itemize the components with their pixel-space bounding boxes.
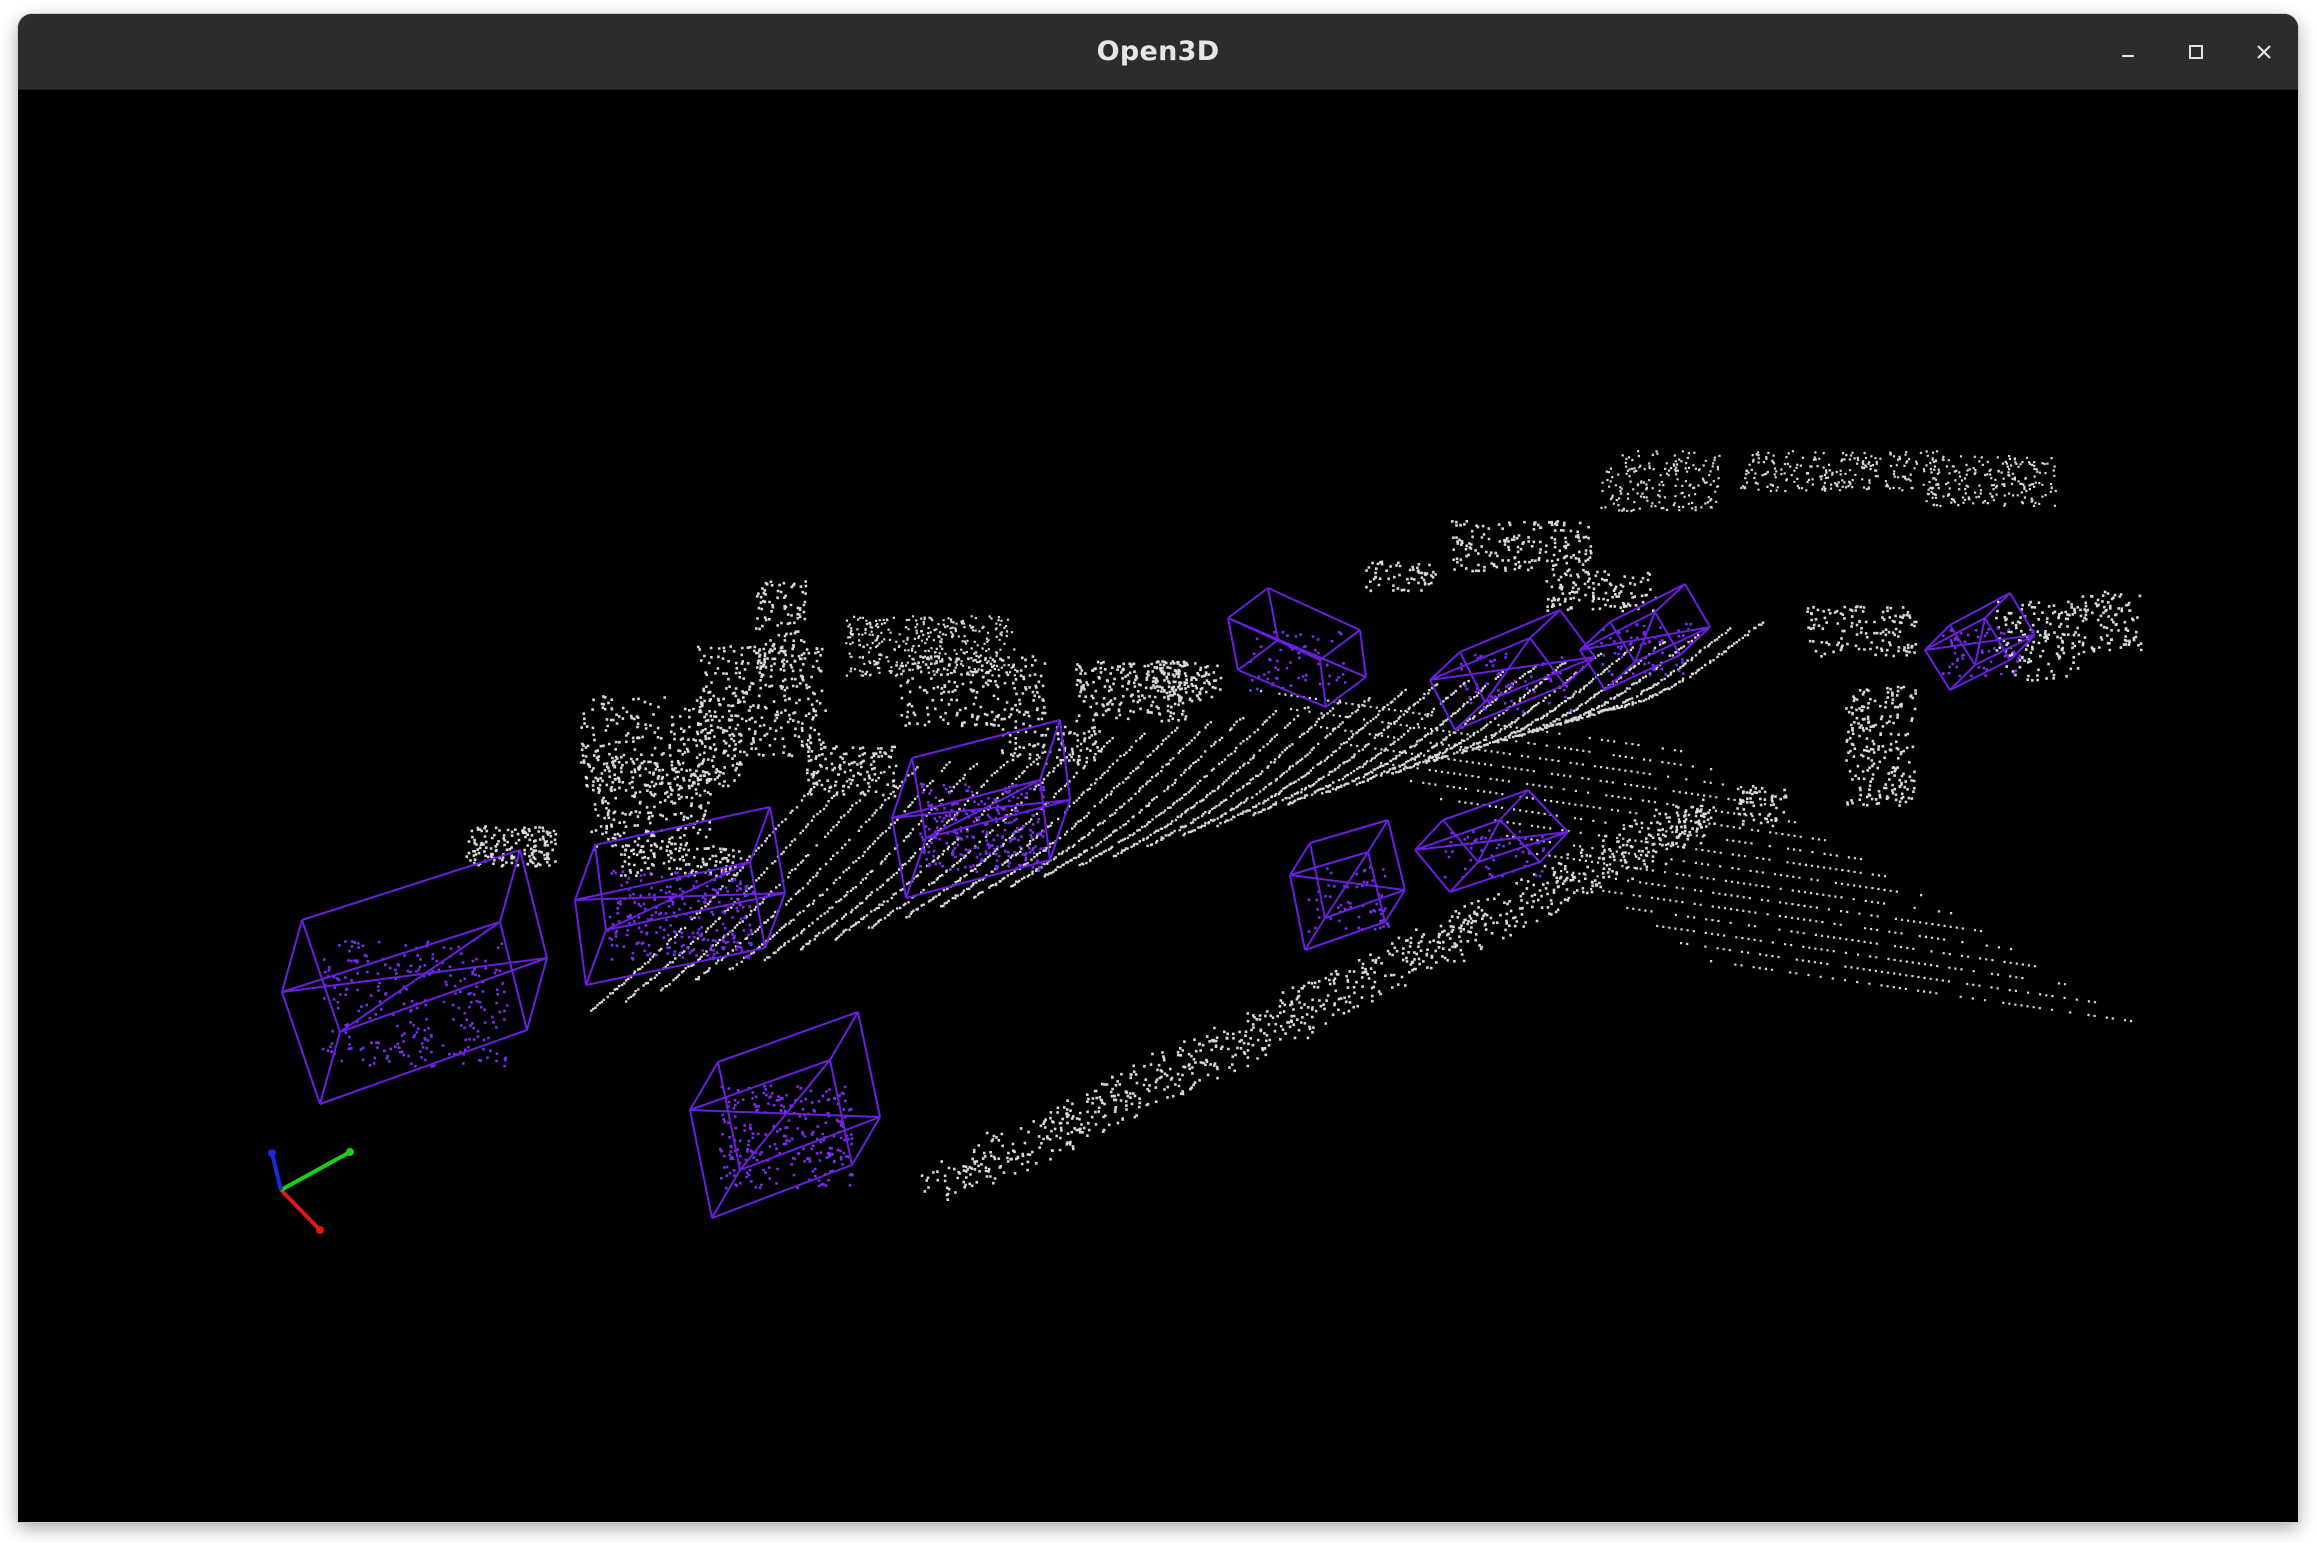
open3d-window: Open3D xyxy=(18,14,2298,1522)
close-button[interactable] xyxy=(2242,30,2286,74)
bounding-box-edges xyxy=(1227,587,1367,708)
bounding-boxes xyxy=(281,583,2036,1219)
z-axis-tip xyxy=(268,1149,276,1157)
x-axis xyxy=(279,1188,322,1232)
bounding-box xyxy=(574,806,786,986)
x-axis-tip xyxy=(316,1226,324,1234)
point-cloud-canvas[interactable] xyxy=(18,90,2298,1522)
title-bar[interactable]: Open3D xyxy=(18,14,2298,90)
bounding-box-edges xyxy=(689,1011,881,1219)
close-icon xyxy=(2257,45,2271,59)
bounding-box-edges xyxy=(574,806,786,986)
bounding-box xyxy=(1289,819,1406,951)
minimize-icon xyxy=(2122,55,2134,57)
point-cloud xyxy=(465,450,2143,1202)
y-axis xyxy=(280,1150,351,1192)
box-points xyxy=(719,1084,854,1190)
box-points xyxy=(1249,630,1347,692)
bounding-box xyxy=(689,1011,881,1219)
maximize-icon xyxy=(2189,45,2203,59)
z-axis xyxy=(270,1152,283,1191)
point-cloud-dots xyxy=(465,450,2143,1202)
minimize-button[interactable] xyxy=(2106,30,2150,74)
maximize-button[interactable] xyxy=(2174,30,2218,74)
box-points xyxy=(321,939,509,1068)
y-axis-tip xyxy=(346,1148,354,1156)
bounding-box xyxy=(1227,587,1367,708)
3d-viewport[interactable] xyxy=(18,90,2298,1522)
bounding-box-edges xyxy=(1289,819,1406,951)
coordinate-frame-icon xyxy=(268,1148,354,1234)
window-title: Open3D xyxy=(1096,36,1220,67)
box-points xyxy=(919,782,1046,874)
